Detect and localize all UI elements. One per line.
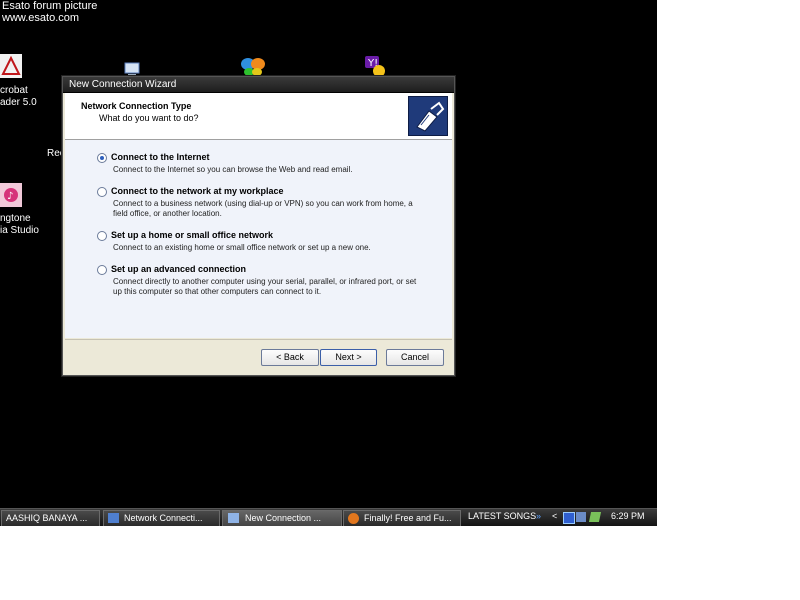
acrobat-reader-icon[interactable]	[0, 54, 22, 78]
new-connection-wizard-dialog: New Connection Wizard Network Connection…	[62, 76, 455, 376]
taskbar-button-firefox[interactable]: Finally! Free and Fu...	[343, 510, 461, 526]
tray-expand-arrow[interactable]: <	[552, 511, 557, 521]
dialog-title: New Connection Wizard	[69, 79, 177, 90]
tray-icon-3[interactable]	[588, 512, 602, 522]
option-label[interactable]: Connect to the Internet	[111, 152, 210, 162]
next-button[interactable]: Next >	[320, 349, 377, 366]
desktop-label-acrobat[interactable]: crobat ader 5.0	[0, 85, 37, 109]
back-button[interactable]: < Back	[261, 349, 319, 366]
tray-icon-2[interactable]	[576, 512, 586, 522]
wizard-body: Connect to the Internet Connect to the I…	[65, 140, 452, 338]
network-tray-icon[interactable]	[563, 512, 575, 524]
option-label[interactable]: Set up an advanced connection	[111, 264, 246, 274]
footer-divider	[65, 339, 452, 340]
dialog-titlebar[interactable]: New Connection Wizard	[63, 77, 454, 93]
option-description: Connect directly to another computer usi…	[113, 277, 417, 296]
option-description: Connect to an existing home or small off…	[113, 243, 371, 252]
ringtone-studio-icon[interactable]: ♪	[0, 183, 22, 207]
taskbar-button-network-connections[interactable]: Network Connecti...	[103, 510, 220, 526]
watermark-line2: www.esato.com	[2, 12, 80, 24]
header-subtitle: What do you want to do?	[99, 113, 199, 123]
watermark-line1: Esato forum picture	[2, 0, 98, 12]
radio-connect-internet[interactable]	[97, 153, 107, 163]
watermark: Esato forum picture www.esato.com	[2, 0, 97, 24]
svg-text:♪: ♪	[7, 191, 13, 202]
radio-connect-workplace[interactable]	[97, 187, 107, 197]
option-description: Connect to a business network (using dia…	[113, 199, 413, 218]
option-label[interactable]: Connect to the network at my workplace	[111, 186, 284, 196]
chevron-right-icon[interactable]: »	[536, 511, 541, 521]
network-cable-icon	[408, 96, 448, 136]
msn-butterfly-icon[interactable]	[240, 56, 266, 78]
taskbar-button-new-connection[interactable]: New Connection ...	[222, 510, 342, 526]
radio-advanced-connection[interactable]	[97, 265, 107, 275]
firefox-icon	[348, 513, 359, 524]
desktop: Esato forum picture www.esato.com crobat…	[0, 0, 657, 526]
latest-songs-toolbar[interactable]: LATEST SONGS	[468, 511, 536, 521]
taskbar: AASHIQ BANAYA ... Network Connecti... Ne…	[0, 508, 657, 526]
radio-home-network[interactable]	[97, 231, 107, 241]
option-label[interactable]: Set up a home or small office network	[111, 230, 273, 240]
yahoo-messenger-icon[interactable]: Y!	[363, 55, 387, 77]
wizard-header: Network Connection Type What do you want…	[65, 93, 452, 140]
new-connection-icon	[228, 513, 239, 523]
network-connections-icon	[108, 513, 119, 523]
header-title: Network Connection Type	[81, 101, 192, 111]
option-description: Connect to the Internet so you can brows…	[113, 165, 353, 174]
desktop-label-ringtone[interactable]: ngtone ia Studio	[0, 213, 39, 237]
clock[interactable]: 6:29 PM	[611, 511, 645, 521]
taskbar-button-aashiq[interactable]: AASHIQ BANAYA ...	[1, 510, 100, 526]
cancel-button[interactable]: Cancel	[386, 349, 444, 366]
